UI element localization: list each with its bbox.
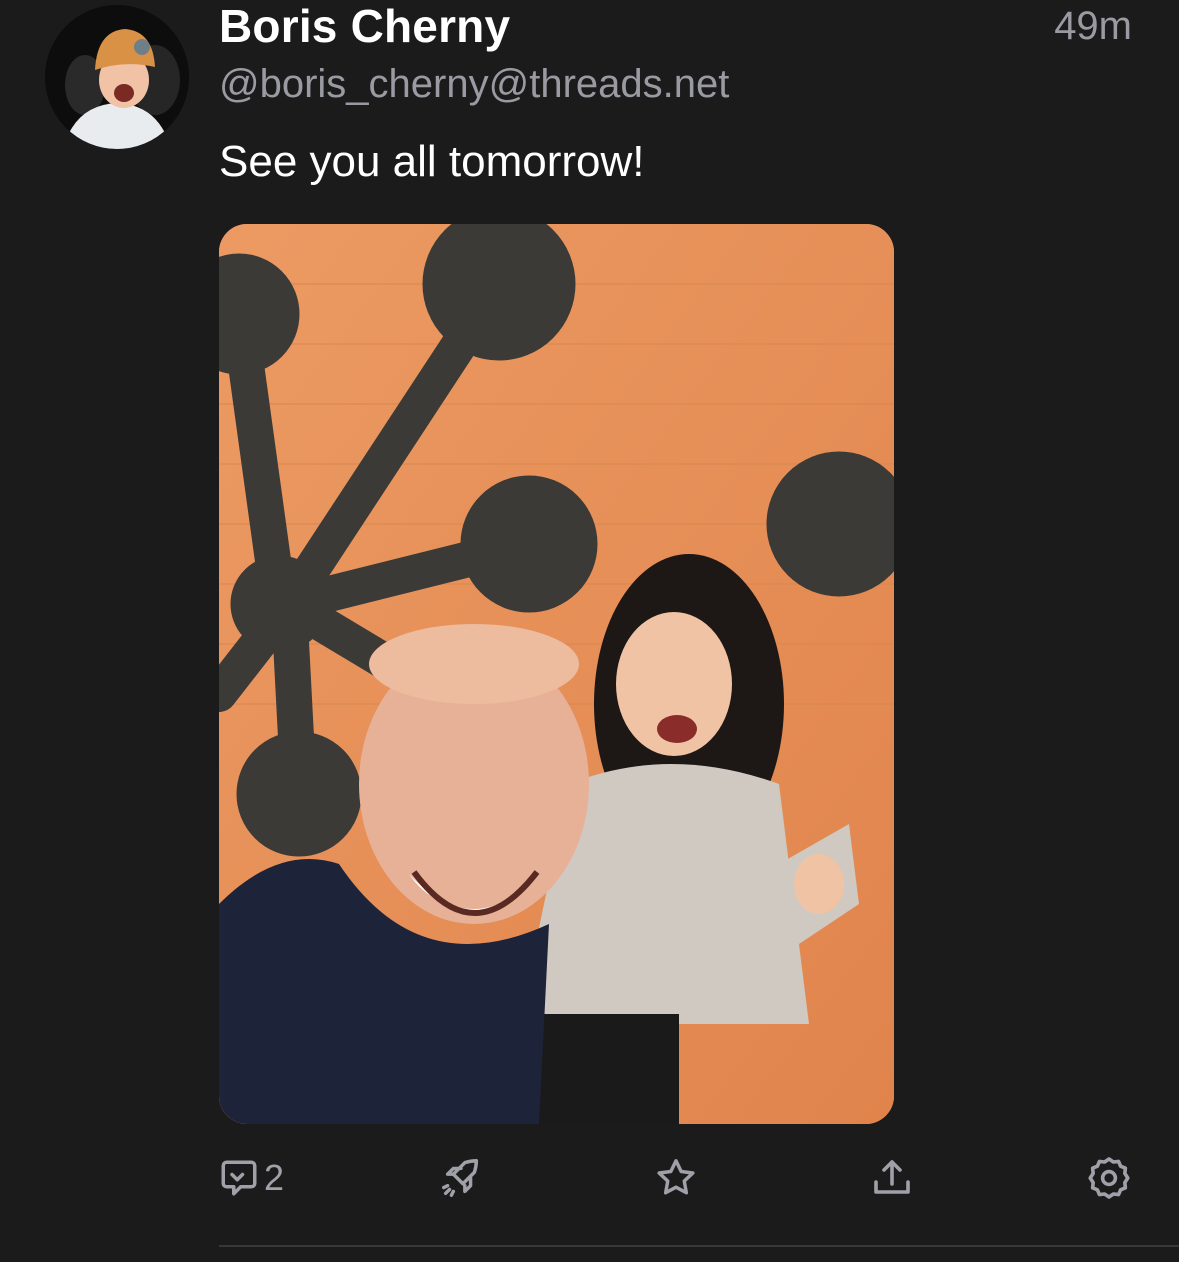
reply-count: 2	[264, 1157, 285, 1198]
star-icon	[657, 1159, 695, 1195]
author-name[interactable]: Boris Cherny	[219, 0, 510, 52]
boost-button[interactable]	[438, 1150, 484, 1206]
reply-icon	[221, 1160, 257, 1196]
photo-image	[219, 224, 894, 1124]
action-bar: 2	[0, 1150, 1179, 1210]
share-icon	[874, 1160, 910, 1194]
author-handle[interactable]: @boris_cherny@threads.net	[219, 60, 729, 108]
avatar-photo	[45, 5, 189, 149]
favorite-button[interactable]	[653, 1150, 699, 1206]
avatar[interactable]	[45, 5, 189, 149]
rocket-icon	[442, 1159, 479, 1197]
reply-button[interactable]: 2	[218, 1150, 284, 1206]
timestamp[interactable]: 49m	[1054, 2, 1132, 50]
gear-icon	[1088, 1157, 1130, 1199]
more-button[interactable]	[1085, 1150, 1133, 1206]
post: Boris Cherny @boris_cherny@threads.net 4…	[0, 0, 1179, 1262]
divider	[219, 1245, 1179, 1247]
media-attachment[interactable]	[219, 224, 894, 1124]
share-button[interactable]	[868, 1150, 916, 1206]
post-text: See you all tomorrow!	[219, 137, 645, 186]
